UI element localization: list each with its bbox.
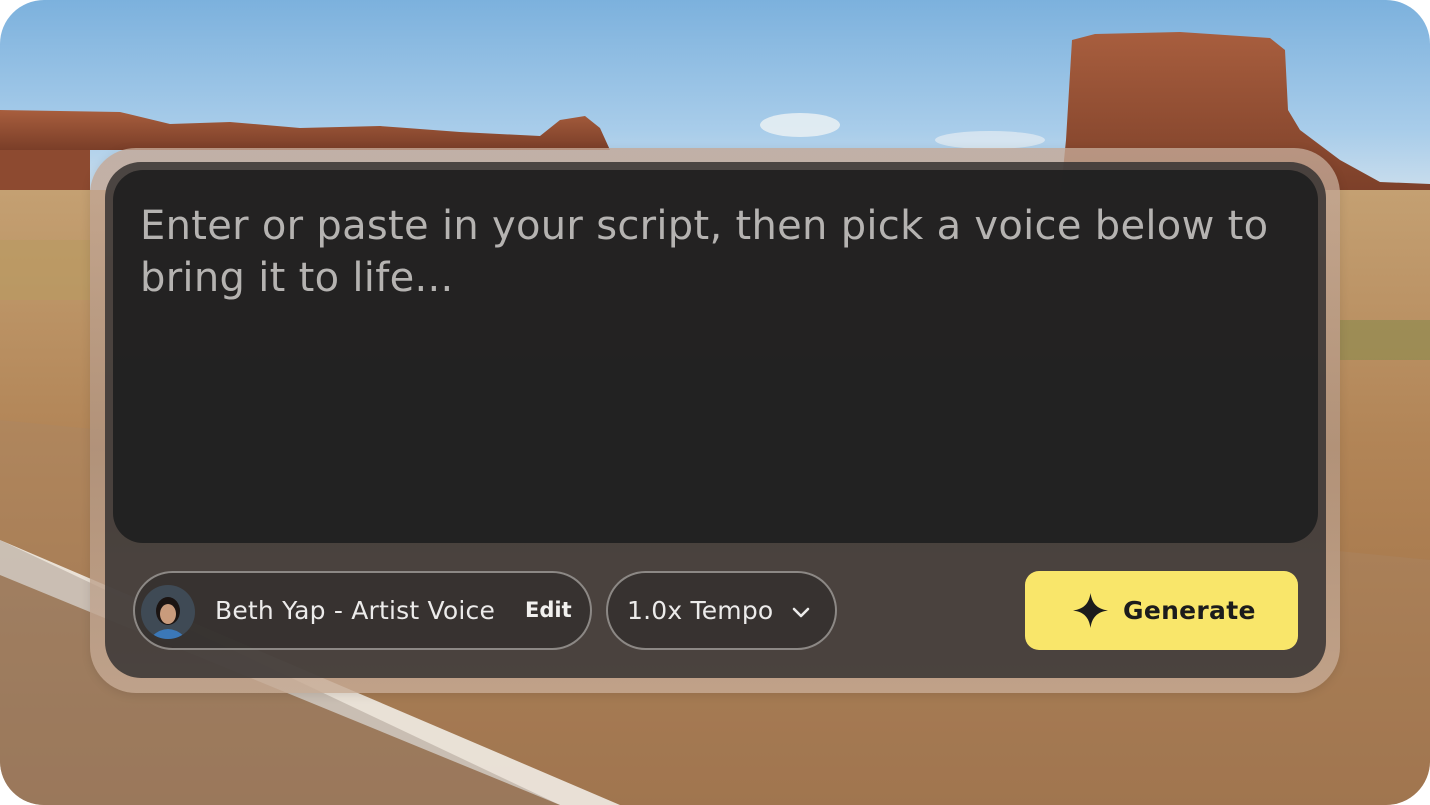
script-input[interactable]: Enter or paste in your script, then pick…: [113, 170, 1318, 543]
app-frame: Enter or paste in your script, then pick…: [0, 0, 1430, 805]
voice-name: Beth Yap - Artist Voice: [215, 596, 496, 625]
tempo-label: 1.0x Tempo: [627, 596, 774, 625]
edit-voice-link[interactable]: Edit: [525, 573, 572, 648]
tempo-selector[interactable]: 1.0x Tempo: [606, 571, 837, 650]
chevron-down-icon: [792, 607, 810, 618]
generate-button[interactable]: Generate: [1025, 571, 1298, 650]
generate-label: Generate: [1123, 596, 1256, 625]
voice-avatar: [141, 585, 195, 639]
voice-selector[interactable]: Beth Yap - Artist Voice Edit: [133, 571, 592, 650]
sparkle-icon: [1073, 593, 1108, 628]
